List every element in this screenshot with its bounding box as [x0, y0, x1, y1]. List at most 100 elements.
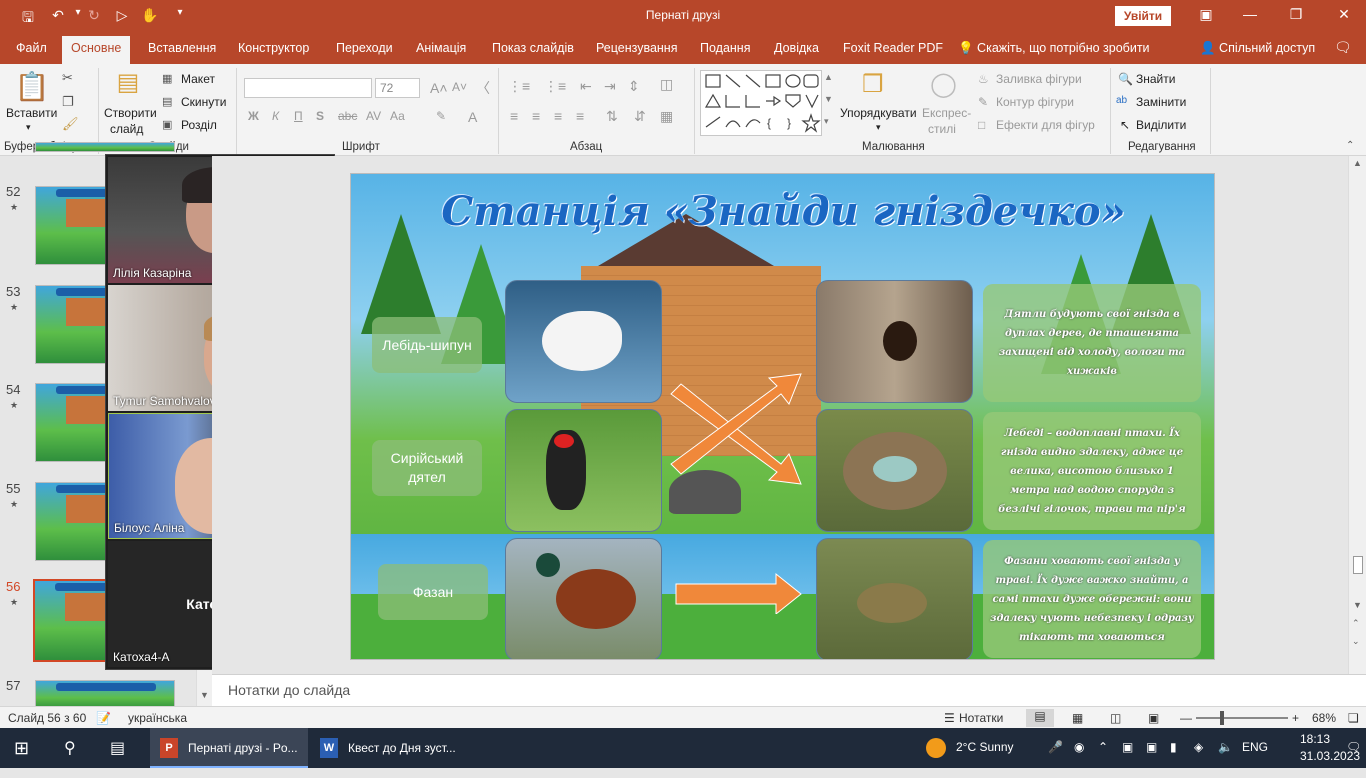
tab-home[interactable]: Основне [62, 36, 131, 64]
battery-icon[interactable]: ▮ [1170, 740, 1177, 754]
collapse-ribbon-icon[interactable]: ⌃ [1346, 140, 1354, 151]
reset-button[interactable]: Скинути [181, 95, 226, 109]
strikethrough-icon[interactable]: abc [338, 109, 357, 123]
scroll-thumb[interactable] [1353, 556, 1363, 574]
justify-icon[interactable]: ≡ [576, 108, 584, 124]
scroll-down-icon[interactable]: ▼ [200, 690, 209, 700]
align-text-icon[interactable]: ⇵ [634, 108, 646, 125]
replace-button[interactable]: Замінити [1136, 95, 1186, 109]
wifi-icon[interactable]: ◈ [1194, 740, 1203, 754]
font-color-icon[interactable]: A [468, 109, 477, 125]
taskbar-app-powerpoint[interactable]: P Пернаті друзі - Po... [150, 728, 308, 768]
arrange-icon[interactable]: ❒ [862, 70, 884, 99]
clock-time[interactable]: 18:13 [1300, 732, 1330, 746]
zoom-in-icon[interactable]: + [1292, 711, 1299, 725]
quick-styles-button[interactable]: Експрес- [922, 106, 971, 120]
sign-in-button[interactable]: Увійти [1115, 6, 1171, 26]
tab-view[interactable]: Подання [700, 41, 750, 55]
change-case-button[interactable]: Аа [390, 109, 405, 123]
close-icon[interactable]: ✕ [1334, 6, 1354, 23]
align-left-icon[interactable]: ≡ [510, 108, 518, 124]
zoom-slider[interactable] [1196, 711, 1288, 725]
notifications-icon[interactable]: 🗨 [1346, 740, 1361, 754]
tab-file[interactable]: Файл [16, 41, 47, 55]
align-center-icon[interactable]: ≡ [532, 108, 540, 124]
find-button[interactable]: Знайти [1136, 72, 1175, 86]
search-icon[interactable]: ⚲ [64, 738, 76, 778]
bird-label-woodpecker[interactable]: Сирійський дятел [372, 440, 482, 496]
tab-slideshow[interactable]: Показ слайдів [492, 41, 574, 55]
char-spacing-icon[interactable]: AV [366, 109, 381, 123]
share-button[interactable]: 👤 Спільний доступ [1200, 41, 1315, 56]
smartart-icon[interactable]: ▦ [660, 108, 673, 125]
tab-design[interactable]: Конструктор [238, 41, 309, 55]
spellcheck-icon[interactable]: 📝 [96, 711, 111, 725]
taskbar-app-word[interactable]: W Квест до Дня зуст... [310, 728, 468, 768]
ribbon-display-icon[interactable]: ▣ [1196, 6, 1216, 23]
windows-start-icon[interactable]: ⊞ [14, 738, 29, 778]
grow-font-icon[interactable]: A˄ [430, 80, 448, 96]
arrange-dropdown-icon[interactable]: ▾ [876, 122, 881, 133]
section-button[interactable]: Розділ [181, 118, 217, 132]
shape-fill-button[interactable]: Заливка фігури [996, 72, 1082, 86]
desc-woodpecker[interactable]: Дятли будують свої гнізда в дуплах дерев… [983, 284, 1201, 402]
clear-formatting-icon[interactable]: 〈 [476, 78, 490, 98]
decrease-indent-icon[interactable]: ⇤ [580, 78, 592, 95]
highlight-icon[interactable]: ✎ [436, 109, 446, 123]
paste-button[interactable]: Вставити [6, 106, 57, 120]
pheasant-photo[interactable] [505, 538, 662, 659]
shadow-button[interactable]: S [316, 109, 324, 123]
increase-indent-icon[interactable]: ⇥ [604, 78, 616, 95]
maximize-icon[interactable]: ❐ [1286, 6, 1306, 23]
tray-chevron-icon[interactable]: ⌃ [1098, 740, 1108, 754]
quick-styles-icon[interactable]: ◯ [930, 70, 957, 99]
line-spacing-icon[interactable]: ⇕ [628, 78, 640, 95]
normal-view-icon[interactable]: ▤ [1026, 709, 1054, 727]
numbering-icon[interactable]: ⋮≡ [544, 78, 566, 95]
swan-photo[interactable] [505, 280, 662, 403]
input-language[interactable]: ENG [1242, 740, 1268, 754]
comments-icon[interactable]: 🗨 [1334, 39, 1352, 56]
layout-button[interactable]: Макет [181, 72, 215, 86]
tree-hollow-photo[interactable] [816, 280, 973, 403]
volume-icon[interactable]: 🔈 [1218, 740, 1233, 754]
scroll-up-icon[interactable]: ▲ [1353, 158, 1362, 168]
format-painter-icon[interactable]: 🖌 [62, 116, 79, 132]
copy-icon[interactable]: ❐ [62, 94, 74, 110]
notes-toggle-button[interactable]: Нотатки [959, 711, 1003, 725]
new-slide-button[interactable]: Створити [104, 106, 157, 120]
zoom-tray-icon[interactable]: ◉ [1074, 740, 1084, 754]
scroll-down-icon[interactable]: ▼ [1353, 600, 1362, 610]
arrange-button[interactable]: Упорядкувати [840, 106, 917, 120]
desc-swan[interactable]: Лебеді – водоплавні птахи. Їх гнізда вид… [983, 412, 1201, 530]
tab-transitions[interactable]: Переходи [336, 41, 393, 55]
shape-outline-button[interactable]: Контур фігури [996, 95, 1074, 109]
font-name-input[interactable] [244, 78, 372, 98]
language-indicator[interactable]: українська [128, 711, 187, 725]
tab-foxit[interactable]: Foxit Reader PDF [843, 41, 943, 55]
reading-view-icon[interactable]: ◫ [1110, 711, 1121, 725]
task-view-icon[interactable]: ▤ [110, 738, 125, 778]
tab-help[interactable]: Довідка [774, 41, 819, 55]
slide-canvas[interactable]: Станція «Знайди гніздечко» Лебідь-шипун … [350, 173, 1215, 660]
shapes-gallery[interactable]: {} [700, 70, 822, 136]
columns-icon[interactable]: ◫ [660, 76, 673, 93]
editor-scrollbar[interactable]: ▲ ▼ ⌃ ⌄ [1348, 156, 1366, 674]
bird-label-swan[interactable]: Лебідь-шипун [372, 317, 482, 373]
align-right-icon[interactable]: ≡ [554, 108, 562, 124]
italic-button[interactable]: К [272, 109, 279, 123]
shapes-scroll-up-icon[interactable]: ▲ [824, 72, 833, 82]
prev-slide-icon[interactable]: ⌃ [1352, 618, 1360, 629]
cut-icon[interactable]: ✂ [62, 70, 73, 86]
tab-animations[interactable]: Анімація [416, 41, 466, 55]
notes-pane[interactable]: Нотатки до слайда [212, 674, 1366, 706]
zoom-out-icon[interactable]: — [1180, 711, 1192, 725]
fit-to-window-icon[interactable]: ❏ [1348, 711, 1359, 725]
shapes-scroll-down-icon[interactable]: ▼ [824, 94, 833, 104]
tab-review[interactable]: Рецензування [596, 41, 677, 55]
woodpecker-photo[interactable] [505, 409, 662, 532]
bird-label-pheasant[interactable]: Фазан [378, 564, 488, 620]
swan-nest-photo[interactable] [816, 409, 973, 532]
paste-icon[interactable]: 📋 [14, 70, 50, 106]
paste-dropdown-icon[interactable]: ▾ [26, 122, 31, 133]
